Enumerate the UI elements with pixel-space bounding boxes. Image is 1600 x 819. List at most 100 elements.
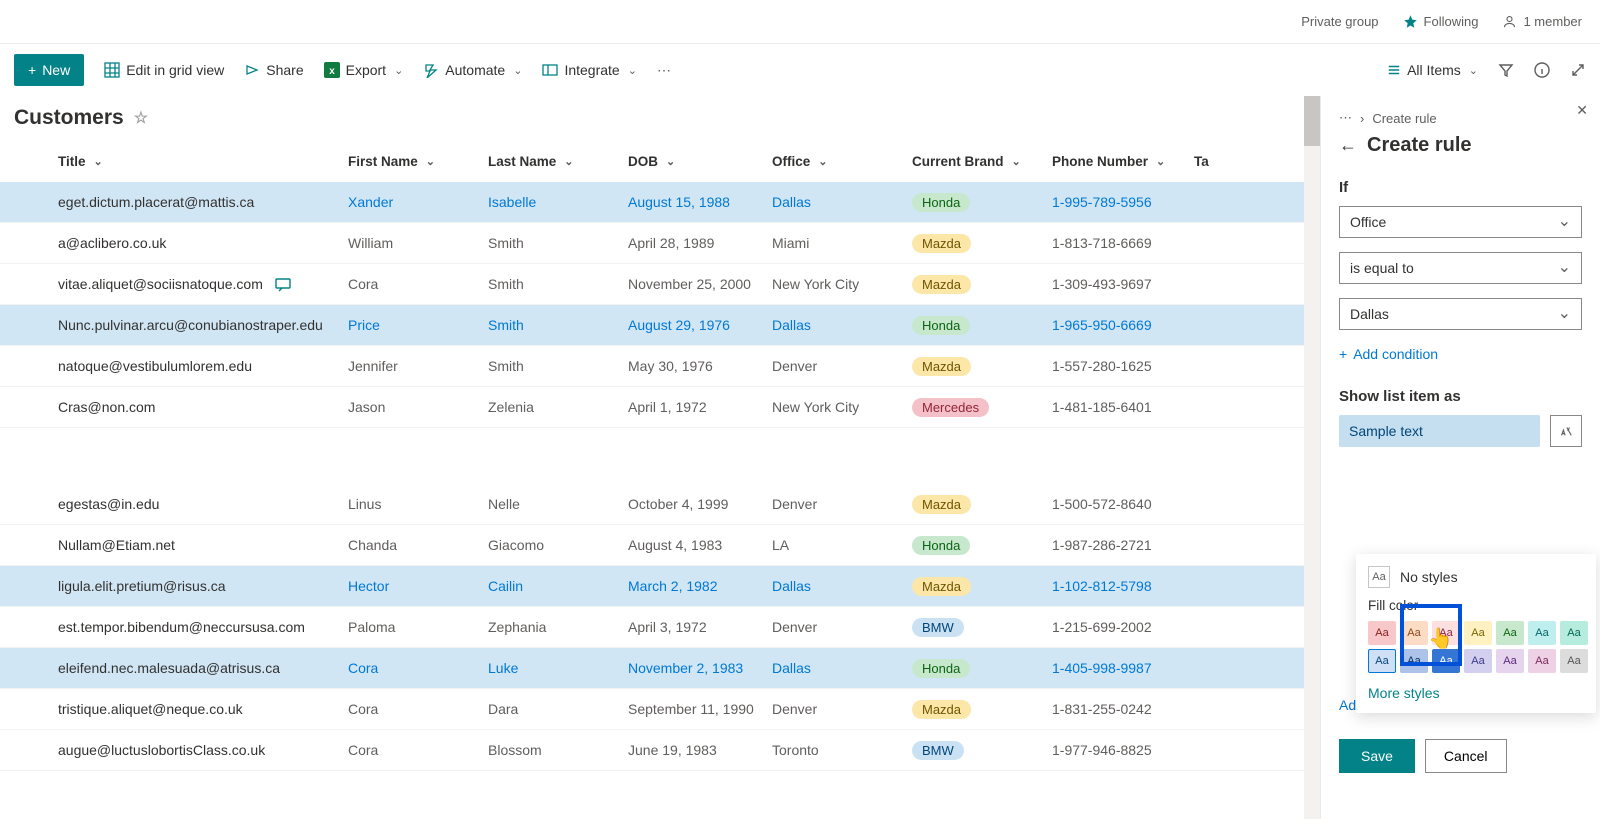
table-row[interactable]: Nullam@Etiam.netChandaGiacomoAugust 4, 1… bbox=[0, 525, 1320, 566]
condition-operator[interactable]: is equal to bbox=[1339, 252, 1582, 284]
share-button[interactable]: Share bbox=[244, 62, 303, 78]
color-swatch[interactable]: Aa bbox=[1400, 621, 1428, 645]
scrollbar-thumb[interactable] bbox=[1304, 96, 1320, 146]
column-header[interactable]: Current Brand⌄ bbox=[912, 154, 1052, 169]
excel-icon: x bbox=[324, 62, 340, 78]
chevron-down-icon: ⌄ bbox=[394, 64, 403, 77]
new-button[interactable]: + New bbox=[14, 54, 84, 86]
more-styles-link[interactable]: More styles bbox=[1368, 685, 1584, 701]
table-row[interactable]: egestas@in.eduLinusNelleOctober 4, 1999D… bbox=[0, 484, 1320, 525]
integrate-icon bbox=[542, 62, 558, 78]
color-swatch[interactable]: Aa bbox=[1432, 649, 1460, 673]
breadcrumb: ⋯ › Create rule bbox=[1339, 110, 1582, 126]
table-row[interactable]: ligula.elit.pretium@risus.caHectorCailin… bbox=[0, 566, 1320, 607]
brand-pill: Honda bbox=[912, 316, 970, 335]
color-swatch[interactable]: Aa bbox=[1560, 621, 1588, 645]
page-title: Customers ☆ bbox=[0, 96, 1320, 148]
chevron-down-icon: ⌄ bbox=[1469, 64, 1478, 77]
chevron-right-icon: › bbox=[1360, 111, 1364, 126]
add-condition-button[interactable]: + Add condition bbox=[1339, 346, 1438, 362]
table-row[interactable]: augue@luctuslobortisClass.co.ukCoraBloss… bbox=[0, 730, 1320, 771]
table-row[interactable]: tristique.aliquet@neque.co.ukCoraDaraSep… bbox=[0, 689, 1320, 730]
brand-pill: Mazda bbox=[912, 700, 971, 719]
condition-field[interactable]: Office bbox=[1339, 206, 1582, 238]
color-swatch[interactable]: Aa bbox=[1464, 649, 1492, 673]
column-header[interactable]: Last Name⌄ bbox=[488, 154, 628, 169]
color-swatch[interactable]: Aa bbox=[1528, 621, 1556, 645]
column-header[interactable]: Ta bbox=[1194, 154, 1234, 169]
no-styles-option[interactable]: Aa No styles bbox=[1368, 566, 1584, 588]
share-icon bbox=[244, 62, 260, 78]
brand-pill: Honda bbox=[912, 536, 970, 555]
brand-pill: Mazda bbox=[912, 577, 971, 596]
cancel-button[interactable]: Cancel bbox=[1425, 739, 1507, 773]
more-commands[interactable]: ⋯ bbox=[657, 62, 673, 79]
list-area: Customers ☆ Title⌄First Name⌄Last Name⌄D… bbox=[0, 96, 1320, 819]
color-swatch[interactable]: Aa bbox=[1400, 649, 1428, 673]
privacy-label: Private group bbox=[1301, 14, 1378, 29]
color-swatch[interactable]: Aa bbox=[1496, 649, 1524, 673]
close-icon[interactable]: ✕ bbox=[1576, 102, 1588, 119]
column-header[interactable]: DOB⌄ bbox=[628, 154, 772, 169]
style-edit-button[interactable] bbox=[1550, 415, 1582, 447]
column-header[interactable]: Office⌄ bbox=[772, 154, 912, 169]
brand-pill: Mazda bbox=[912, 234, 971, 253]
list-icon bbox=[1387, 63, 1401, 77]
show-as-label: Show list item as bbox=[1339, 388, 1582, 405]
table-row[interactable]: Nunc.pulvinar.arcu@conubianostraper.eduP… bbox=[0, 305, 1320, 346]
color-swatch[interactable]: Aa bbox=[1528, 649, 1556, 673]
table-row[interactable]: eget.dictum.placerat@mattis.caXanderIsab… bbox=[0, 182, 1320, 223]
export-button[interactable]: x Export ⌄ bbox=[324, 62, 404, 78]
view-selector[interactable]: All Items ⌄ bbox=[1387, 62, 1478, 78]
table-row[interactable]: Cras@non.comJasonZeleniaApril 1, 1972New… bbox=[0, 387, 1320, 428]
save-button[interactable]: Save bbox=[1339, 739, 1415, 773]
if-label: If bbox=[1339, 179, 1582, 196]
sample-preview: Sample text bbox=[1339, 415, 1540, 447]
format-icon bbox=[1559, 424, 1573, 438]
table-row[interactable]: a@aclibero.co.ukWilliamSmithApril 28, 19… bbox=[0, 223, 1320, 264]
chevron-down-icon: ⌄ bbox=[513, 64, 522, 77]
favorite-icon[interactable]: ☆ bbox=[134, 108, 148, 128]
automate-button[interactable]: Automate ⌄ bbox=[423, 62, 522, 78]
condition-value[interactable]: Dallas bbox=[1339, 298, 1582, 330]
color-swatch[interactable]: Aa bbox=[1464, 621, 1492, 645]
svg-text:x: x bbox=[329, 66, 335, 77]
members-link[interactable]: 1 member bbox=[1502, 14, 1582, 29]
color-swatch[interactable]: Aa bbox=[1368, 649, 1396, 673]
table-row[interactable]: est.tempor.bibendum@neccursusa.comPaloma… bbox=[0, 607, 1320, 648]
chevron-down-icon: ⌄ bbox=[628, 64, 637, 77]
edit-grid-button[interactable]: Edit in grid view bbox=[104, 62, 224, 78]
color-swatch[interactable]: Aa bbox=[1560, 649, 1588, 673]
info-icon[interactable] bbox=[1534, 62, 1550, 78]
scrollbar[interactable] bbox=[1304, 96, 1320, 819]
brand-pill: Honda bbox=[912, 193, 970, 212]
fill-color-label: Fill color bbox=[1368, 598, 1584, 613]
aa-icon: Aa bbox=[1368, 566, 1390, 588]
brand-pill: Mazda bbox=[912, 495, 971, 514]
integrate-button[interactable]: Integrate ⌄ bbox=[542, 62, 636, 78]
back-icon[interactable]: ← bbox=[1339, 135, 1357, 156]
following-toggle[interactable]: Following bbox=[1403, 14, 1479, 29]
brand-pill: BMW bbox=[912, 618, 964, 637]
star-icon bbox=[1403, 14, 1418, 29]
plus-icon: + bbox=[1339, 346, 1347, 362]
comment-icon[interactable] bbox=[275, 278, 291, 292]
color-swatch[interactable]: Aa bbox=[1432, 621, 1460, 645]
table-row[interactable]: natoque@vestibulumlorem.eduJenniferSmith… bbox=[0, 346, 1320, 387]
column-header[interactable]: First Name⌄ bbox=[348, 154, 488, 169]
plus-icon: + bbox=[28, 62, 36, 78]
table-row[interactable]: vitae.aliquet@sociisnatoque.com CoraSmit… bbox=[0, 264, 1320, 305]
filter-icon[interactable] bbox=[1498, 62, 1514, 78]
table-row[interactable]: eleifend.nec.malesuada@atrisus.caCoraLuk… bbox=[0, 648, 1320, 689]
table-header-row: Title⌄First Name⌄Last Name⌄DOB⌄Office⌄Cu… bbox=[0, 148, 1320, 182]
site-top-bar: Private group Following 1 member bbox=[0, 0, 1600, 44]
column-header[interactable]: Phone Number⌄ bbox=[1052, 154, 1194, 169]
color-swatch[interactable]: Aa bbox=[1368, 621, 1396, 645]
color-swatch[interactable]: Aa bbox=[1496, 621, 1524, 645]
column-header[interactable]: Title⌄ bbox=[58, 154, 348, 169]
brand-pill: Mazda bbox=[912, 357, 971, 376]
grid-icon bbox=[104, 62, 120, 78]
brand-pill: Mazda bbox=[912, 275, 971, 294]
style-picker-popover: Aa No styles Fill color AaAaAaAaAaAaAaAa… bbox=[1356, 554, 1596, 713]
expand-icon[interactable] bbox=[1570, 62, 1586, 78]
